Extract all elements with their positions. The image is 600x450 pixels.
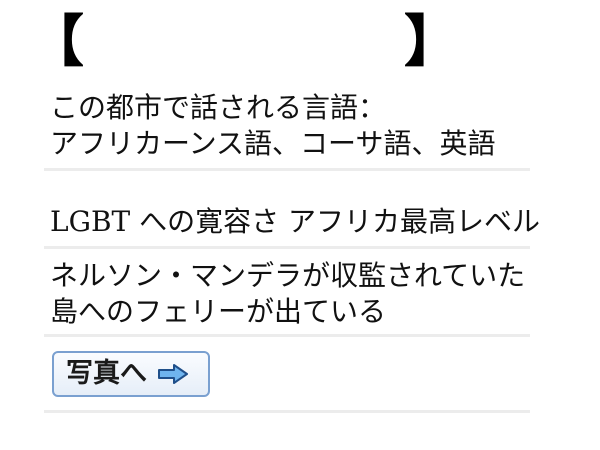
languages-list: アフリカーンス語、コーサ語、英語 <box>50 127 496 160</box>
ferry-line-1: ネルソン・マンデラが収監されていた <box>50 259 526 292</box>
divider <box>44 410 530 413</box>
ferry-info: ネルソン・マンデラが収監されていた 島へのフェリーが出ている <box>50 258 540 330</box>
go-to-photos-button[interactable]: 写真へ <box>52 351 210 397</box>
divider <box>44 334 530 337</box>
left-bracket: 【 <box>28 9 84 75</box>
right-arrow-icon <box>157 363 189 385</box>
divider <box>44 246 530 249</box>
divider <box>44 168 530 171</box>
right-bracket: 】 <box>404 9 460 75</box>
languages-heading: この都市で話される言語： <box>50 91 387 124</box>
languages-info: この都市で話される言語： アフリカーンス語、コーサ語、英語 <box>50 90 540 162</box>
lgbt-info: LGBT への寛容さ アフリカ最高レベル <box>50 205 541 238</box>
photo-button-label: 写真へ <box>66 358 147 389</box>
ferry-line-2: 島へのフェリーが出ている <box>50 295 387 328</box>
city-name-title <box>92 20 402 64</box>
